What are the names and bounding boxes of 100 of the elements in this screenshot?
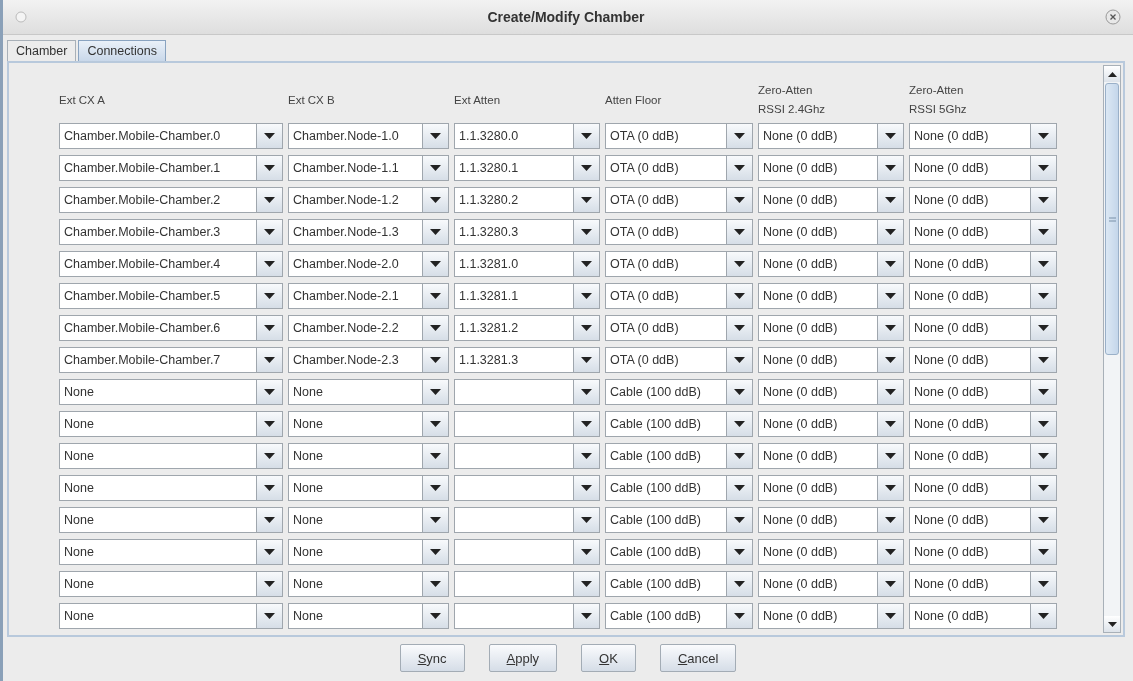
dropdown[interactable]: Chamber.Node-1.0 (288, 123, 449, 149)
dropdown[interactable]: Chamber.Node-2.0 (288, 251, 449, 277)
dropdown[interactable]: Chamber.Mobile-Chamber.4 (59, 251, 283, 277)
window-menu-icon[interactable] (15, 11, 27, 23)
dropdown[interactable]: 1.1.3280.3 (454, 219, 600, 245)
dropdown[interactable]: None (59, 571, 283, 597)
dropdown[interactable]: 1.1.3280.2 (454, 187, 600, 213)
dropdown[interactable] (454, 411, 600, 437)
dropdown[interactable]: Chamber.Mobile-Chamber.5 (59, 283, 283, 309)
dropdown[interactable]: None (0 ddB) (909, 571, 1057, 597)
scrollbar[interactable] (1103, 65, 1121, 633)
dropdown[interactable]: None (0 ddB) (758, 219, 904, 245)
dropdown[interactable]: None (0 ddB) (909, 123, 1057, 149)
dropdown[interactable] (454, 507, 600, 533)
dropdown[interactable]: OTA (0 ddB) (605, 347, 753, 373)
dropdown[interactable]: None (0 ddB) (909, 347, 1057, 373)
scroll-down-icon[interactable] (1107, 621, 1117, 627)
tab[interactable]: Chamber (7, 40, 77, 61)
dropdown[interactable]: Chamber.Node-1.2 (288, 187, 449, 213)
dropdown[interactable]: None (288, 379, 449, 405)
dropdown[interactable]: Chamber.Node-2.3 (288, 347, 449, 373)
dropdown[interactable]: Chamber.Mobile-Chamber.0 (59, 123, 283, 149)
dropdown[interactable]: Cable (100 ddB) (605, 539, 753, 565)
dropdown[interactable]: OTA (0 ddB) (605, 251, 753, 277)
dialog-button[interactable]: Apply (488, 644, 558, 672)
dropdown[interactable]: Cable (100 ddB) (605, 411, 753, 437)
dropdown[interactable]: OTA (0 ddB) (605, 187, 753, 213)
dropdown[interactable]: 1.1.3281.2 (454, 315, 600, 341)
dropdown[interactable]: Cable (100 ddB) (605, 379, 753, 405)
dialog-button[interactable]: Cancel (659, 644, 737, 672)
dropdown[interactable]: Cable (100 ddB) (605, 603, 753, 629)
dropdown[interactable]: None (288, 443, 449, 469)
dropdown[interactable]: None (59, 379, 283, 405)
dropdown[interactable]: None (59, 603, 283, 629)
dropdown[interactable]: None (0 ddB) (909, 539, 1057, 565)
dropdown[interactable]: None (0 ddB) (909, 315, 1057, 341)
dropdown[interactable]: Chamber.Node-1.1 (288, 155, 449, 181)
dropdown[interactable] (454, 443, 600, 469)
dropdown[interactable]: None (0 ddB) (758, 283, 904, 309)
dropdown[interactable]: None (0 ddB) (758, 411, 904, 437)
dropdown[interactable]: None (0 ddB) (909, 507, 1057, 533)
dropdown[interactable] (454, 603, 600, 629)
dropdown[interactable]: None (0 ddB) (758, 251, 904, 277)
dropdown[interactable]: OTA (0 ddB) (605, 123, 753, 149)
dialog-button[interactable]: OK (581, 644, 636, 672)
dropdown[interactable]: Chamber.Node-2.1 (288, 283, 449, 309)
scroll-thumb[interactable] (1105, 83, 1119, 355)
dropdown[interactable]: None (288, 539, 449, 565)
dropdown[interactable]: None (0 ddB) (909, 251, 1057, 277)
dropdown[interactable]: Chamber.Node-2.2 (288, 315, 449, 341)
dropdown[interactable]: 1.1.3280.1 (454, 155, 600, 181)
dropdown[interactable]: None (0 ddB) (758, 347, 904, 373)
dropdown[interactable]: None (0 ddB) (909, 219, 1057, 245)
tab[interactable]: Connections (78, 40, 166, 61)
dropdown[interactable]: Cable (100 ddB) (605, 475, 753, 501)
dropdown[interactable]: None (0 ddB) (758, 571, 904, 597)
dropdown[interactable]: Chamber.Node-1.3 (288, 219, 449, 245)
dropdown[interactable]: None (59, 539, 283, 565)
dropdown[interactable]: 1.1.3281.0 (454, 251, 600, 277)
dropdown[interactable]: OTA (0 ddB) (605, 315, 753, 341)
dropdown[interactable]: OTA (0 ddB) (605, 155, 753, 181)
dropdown[interactable]: None (288, 475, 449, 501)
dropdown[interactable]: Cable (100 ddB) (605, 443, 753, 469)
dropdown[interactable]: Chamber.Mobile-Chamber.6 (59, 315, 283, 341)
dropdown[interactable]: None (0 ddB) (909, 155, 1057, 181)
dropdown[interactable]: Chamber.Mobile-Chamber.7 (59, 347, 283, 373)
dropdown[interactable]: None (0 ddB) (758, 187, 904, 213)
dropdown[interactable]: None (0 ddB) (909, 379, 1057, 405)
dropdown[interactable]: None (288, 507, 449, 533)
dropdown[interactable]: None (59, 411, 283, 437)
dropdown[interactable]: Chamber.Mobile-Chamber.2 (59, 187, 283, 213)
dropdown[interactable]: 1.1.3281.1 (454, 283, 600, 309)
dropdown[interactable] (454, 475, 600, 501)
close-icon[interactable] (1105, 9, 1121, 25)
dropdown[interactable]: None (0 ddB) (758, 539, 904, 565)
dropdown[interactable]: None (0 ddB) (758, 123, 904, 149)
dropdown[interactable]: None (0 ddB) (909, 603, 1057, 629)
dropdown[interactable]: None (288, 603, 449, 629)
dropdown[interactable]: None (0 ddB) (758, 443, 904, 469)
dropdown[interactable]: None (0 ddB) (758, 155, 904, 181)
dropdown[interactable]: Chamber.Mobile-Chamber.1 (59, 155, 283, 181)
dropdown[interactable]: None (0 ddB) (909, 411, 1057, 437)
dropdown[interactable] (454, 379, 600, 405)
dropdown[interactable]: None (0 ddB) (909, 283, 1057, 309)
dropdown[interactable]: OTA (0 ddB) (605, 283, 753, 309)
dropdown[interactable]: None (0 ddB) (909, 187, 1057, 213)
dropdown[interactable]: None (288, 571, 449, 597)
dropdown[interactable]: None (0 ddB) (758, 475, 904, 501)
dropdown[interactable]: None (59, 475, 283, 501)
dropdown[interactable]: None (59, 443, 283, 469)
dropdown[interactable] (454, 571, 600, 597)
dropdown[interactable]: Cable (100 ddB) (605, 507, 753, 533)
dropdown[interactable]: None (288, 411, 449, 437)
dropdown[interactable]: 1.1.3281.3 (454, 347, 600, 373)
dropdown[interactable]: None (0 ddB) (909, 475, 1057, 501)
dropdown[interactable]: Chamber.Mobile-Chamber.3 (59, 219, 283, 245)
dropdown[interactable]: None (0 ddB) (758, 379, 904, 405)
dropdown[interactable]: Cable (100 ddB) (605, 571, 753, 597)
dropdown[interactable]: None (0 ddB) (758, 507, 904, 533)
dropdown[interactable]: None (0 ddB) (758, 315, 904, 341)
